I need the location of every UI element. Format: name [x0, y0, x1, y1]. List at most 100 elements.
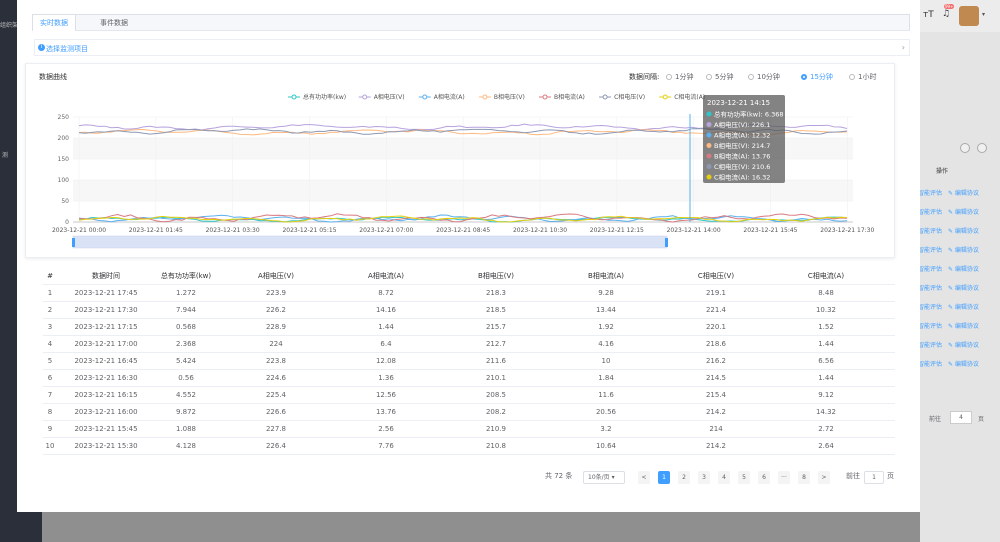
table-row[interactable]: 6 2023-12-21 16:30 0.56 224.6 1.36 210.1 1.84 2… [43, 370, 895, 387]
zoom-handle-right[interactable] [665, 238, 668, 247]
edit-protocol-link[interactable]: ✎ 编辑协议 [948, 207, 984, 216]
page-button[interactable]: 5 [738, 471, 750, 484]
table-cell: 2 [47, 306, 53, 314]
search-circle-button[interactable] [960, 143, 970, 153]
zoom-slider-window[interactable] [73, 236, 667, 248]
table-cell: 14.16 [375, 306, 397, 314]
tooltip-row: B相电压(V): 214.7 [714, 141, 770, 150]
table-row[interactable]: 10 2023-12-21 15:30 4.128 226.4 7.76 210.8 10.… [43, 438, 895, 455]
next-page-button[interactable]: > [818, 471, 830, 484]
legend-label[interactable]: A相电压(V) [374, 93, 405, 101]
edit-protocol-link[interactable]: ✎ 编辑协议 [948, 264, 984, 273]
tooltip-marker [706, 111, 712, 117]
x-tick-label: 2023-12-21 08:45 [436, 227, 490, 234]
table-row[interactable]: 5 2023-12-21 16:45 5.424 223.8 12.08 211.6 10 2… [43, 353, 895, 370]
table-header: # 数据时间 总有功功率(kw) A相电压(V) A相电流(A) B相电压(V) B相电流(… [43, 268, 895, 285]
x-tick-label: 2023-12-21 15:45 [743, 227, 797, 234]
edit-protocol-link[interactable]: ✎ 编辑协议 [948, 245, 984, 254]
chevron-right-icon[interactable]: › [902, 43, 905, 52]
table-row[interactable]: 8 2023-12-21 16:00 9.872 226.6 13.76 208.2 20.… [43, 404, 895, 421]
table-cell: 1.36 [378, 374, 394, 382]
info-icon: i [38, 44, 45, 51]
table-cell: 2023-12-21 16:30 [74, 374, 138, 382]
column-header: 总有功功率(kw) [160, 272, 212, 280]
font-size-icon[interactable]: ᴛT [923, 10, 934, 20]
table-cell: 6 [47, 374, 53, 382]
edit-protocol-link[interactable]: ✎ 编辑协议 [948, 321, 984, 330]
table-cell: 1.088 [175, 425, 197, 433]
table-row[interactable]: 3 2023-12-21 17:15 0.568 228.9 1.44 215.7 1.92… [43, 319, 895, 336]
column-header: # [47, 272, 53, 280]
table-cell: 5.424 [175, 357, 197, 365]
table-cell: 2023-12-21 17:45 [74, 289, 138, 297]
monitor-item-label: 选择监测项目 [46, 45, 88, 53]
avatar[interactable] [959, 6, 979, 26]
table-cell: 215.4 [705, 391, 727, 399]
goto-label: 前往 [846, 472, 860, 480]
table-row[interactable]: 1 2023-12-21 17:45 1.272 223.9 8.72 218.3 9.28… [43, 285, 895, 302]
chevron-down-icon[interactable]: ▾ [982, 11, 985, 18]
table-cell: 4 [47, 340, 53, 348]
x-tick-label: 2023-12-21 00:00 [52, 227, 106, 234]
table-cell: 2023-12-21 15:30 [74, 442, 138, 450]
tab-realtime[interactable]: 实时数据 [33, 15, 76, 31]
legend-marker [482, 94, 488, 100]
table-row[interactable]: 7 2023-12-21 16:15 4.552 225.4 12.56 208.5 11.… [43, 387, 895, 404]
table-cell: 210.9 [485, 425, 507, 433]
monitor-item-selector[interactable]: i 选择监测项目 › [34, 39, 910, 56]
table-cell: 8.48 [818, 289, 834, 297]
table-cell: 223.8 [265, 357, 287, 365]
zoom-handle-left[interactable] [72, 238, 75, 247]
edit-protocol-link[interactable]: ✎ 编辑协议 [948, 188, 984, 197]
table-row[interactable]: 9 2023-12-21 15:45 1.088 227.8 2.56 210.9 3.2 2… [43, 421, 895, 438]
table-cell: 216.2 [705, 357, 727, 365]
page-button[interactable]: 6 [758, 471, 770, 484]
edit-protocol-link[interactable]: ✎ 编辑协议 [948, 302, 984, 311]
page-button[interactable]: 4 [718, 471, 730, 484]
table-cell: 10.32 [815, 306, 837, 314]
legend-label[interactable]: B相电压(V) [494, 93, 525, 101]
prev-page-button[interactable]: < [638, 471, 650, 484]
x-tick-label: 2023-12-21 17:30 [820, 227, 874, 234]
sidebar-text-2: 测 [2, 152, 9, 159]
table-cell: 13.76 [375, 408, 397, 416]
page-button[interactable]: ··· [778, 471, 790, 484]
table-cell: 223.9 [265, 289, 287, 297]
table-row[interactable]: 2 2023-12-21 17:30 7.944 226.2 14.16 218.5 13.… [43, 302, 895, 319]
y-tick-label: 200 [58, 135, 70, 142]
y-tick-label: 150 [58, 156, 70, 163]
page-button[interactable]: 8 [798, 471, 810, 484]
goto-page-input[interactable]: 1 [864, 471, 884, 484]
edit-protocol-link[interactable]: ✎ 编辑协议 [948, 340, 984, 349]
tooltip-time: 2023-12-21 14:15 [707, 99, 770, 107]
op-header: 操作 [936, 168, 949, 175]
table-cell: 0.568 [175, 323, 197, 331]
table-cell: 20.56 [595, 408, 617, 416]
page-button[interactable]: 3 [698, 471, 710, 484]
tab-events[interactable]: 事件数据 [93, 15, 135, 31]
bell-icon[interactable]: ♫ [942, 9, 950, 19]
table-cell: 210.1 [485, 374, 507, 382]
table-row[interactable]: 4 2023-12-21 17:00 2.368 224 6.4 212.7 4.16 218… [43, 336, 895, 353]
page-button[interactable]: 2 [678, 471, 690, 484]
page-size-select[interactable]: 10条/页 ▾ [583, 471, 625, 484]
tooltip-marker [706, 164, 712, 169]
table-cell: 7.76 [378, 442, 394, 450]
legend-label[interactable]: A相电流(A) [434, 93, 465, 101]
table-cell: 10.64 [595, 442, 617, 450]
table-cell: 226.2 [265, 306, 287, 314]
legend-label[interactable]: 总有功功率(kw) [303, 93, 346, 101]
table-cell: 2023-12-21 16:15 [74, 391, 138, 399]
legend-label[interactable]: B相电流(A) [554, 93, 585, 101]
refresh-circle-button[interactable] [977, 143, 987, 153]
page-button[interactable]: 1 [658, 471, 670, 484]
edit-protocol-link[interactable]: ✎ 编辑协议 [948, 359, 984, 368]
legend-label[interactable]: C相电压(V) [614, 93, 645, 101]
goto-input[interactable]: 4 [950, 411, 972, 424]
line-chart[interactable]: 0 50 100 150 200 250 2023-12-21 00:00 2023-12-2… [26, 64, 894, 257]
edit-protocol-link[interactable]: ✎ 编辑协议 [948, 283, 984, 292]
legend-label[interactable]: C相电流(A) [674, 93, 705, 101]
tooltip-row: C相电压(V): 210.6 [714, 162, 770, 171]
page-unit-label: 页 [887, 472, 894, 480]
edit-protocol-link[interactable]: ✎ 编辑协议 [948, 226, 984, 235]
